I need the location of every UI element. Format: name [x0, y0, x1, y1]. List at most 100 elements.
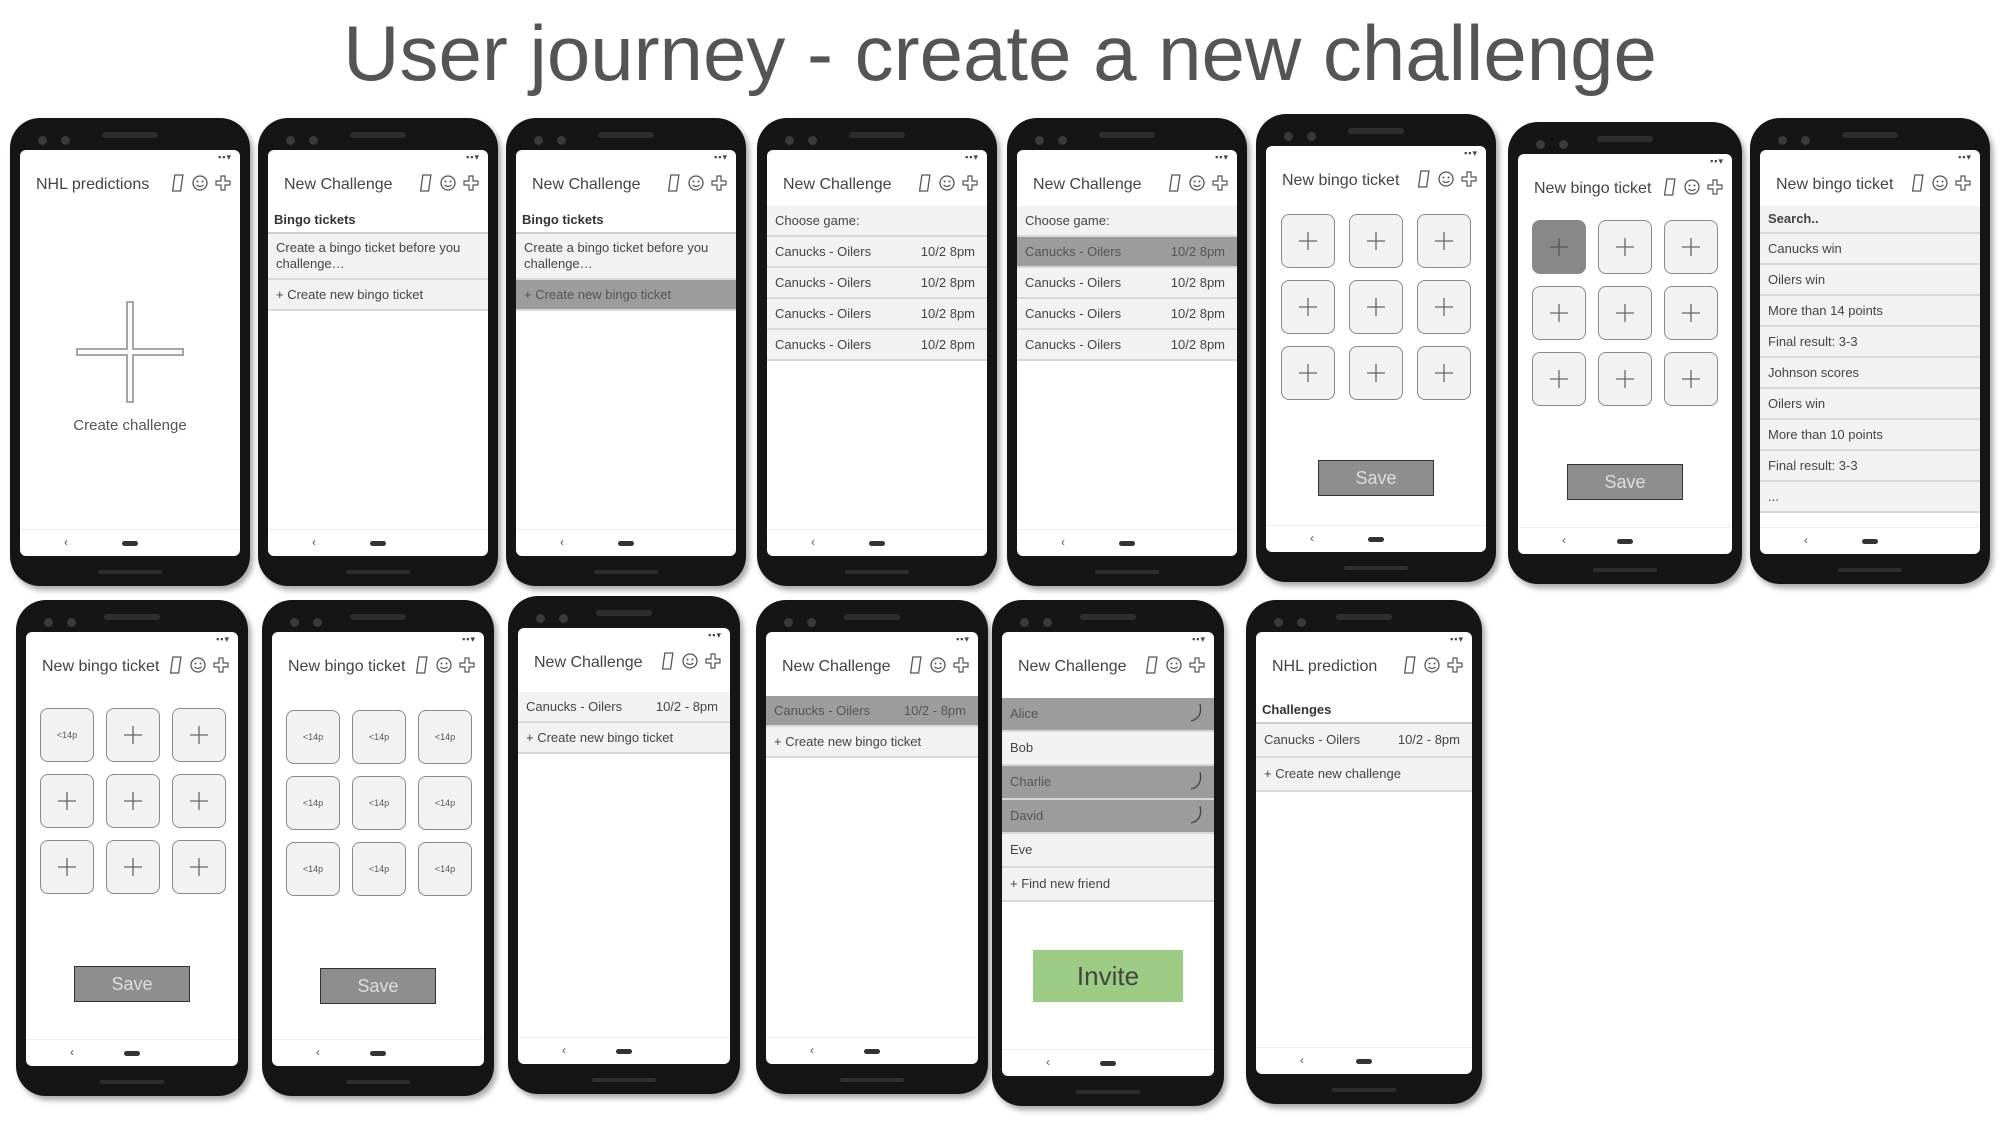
ticket-icon[interactable] [416, 656, 430, 674]
back-icon[interactable]: ‹ [316, 1045, 320, 1059]
home-button[interactable] [616, 1049, 632, 1054]
ticket-icon[interactable] [1418, 170, 1432, 188]
bingo-cell-filled[interactable]: <14p [418, 776, 472, 830]
bingo-cell[interactable] [106, 840, 160, 894]
save-button[interactable]: Save [74, 966, 190, 1002]
back-icon[interactable]: ‹ [562, 1043, 566, 1057]
back-icon[interactable]: ‹ [810, 1043, 814, 1057]
bingo-cell[interactable] [1281, 346, 1335, 400]
smiley-icon[interactable] [435, 656, 453, 674]
bingo-cell[interactable] [1598, 286, 1652, 340]
bingo-cell[interactable] [1417, 214, 1471, 268]
add-icon[interactable] [1211, 174, 1229, 192]
bingo-cell[interactable] [172, 708, 226, 762]
friend-row-selected[interactable]: David [1002, 800, 1214, 834]
save-button[interactable]: Save [1567, 464, 1683, 500]
ticket-icon[interactable] [1404, 656, 1418, 674]
add-icon[interactable] [952, 656, 970, 674]
bingo-cell-filled[interactable]: <14p [286, 842, 340, 896]
create-challenge-row[interactable]: + Create new challenge [1256, 758, 1472, 792]
bingo-cell-filled[interactable]: <14p [418, 710, 472, 764]
ticket-row[interactable]: Canucks - Oilers 10/2 - 8pm [518, 692, 730, 723]
bingo-cell[interactable] [1417, 346, 1471, 400]
ticket-icon[interactable] [1169, 174, 1183, 192]
back-icon[interactable]: ‹ [1804, 533, 1808, 547]
home-button[interactable] [1100, 1061, 1116, 1066]
bingo-cell[interactable] [1598, 352, 1652, 406]
friend-row-selected[interactable]: Charlie [1002, 766, 1214, 800]
add-icon[interactable] [1460, 170, 1478, 188]
add-icon[interactable] [1446, 656, 1464, 674]
ticket-icon[interactable] [668, 174, 682, 192]
bingo-cell-filled[interactable]: <14p [286, 710, 340, 764]
option-row[interactable]: Final result: 3-3 [1760, 451, 1980, 482]
bingo-cell-filled[interactable]: <14p [352, 710, 406, 764]
create-ticket-row[interactable]: + Create new bingo ticket [268, 280, 488, 311]
invite-button[interactable]: Invite [1033, 950, 1183, 1002]
home-button[interactable] [1617, 539, 1633, 544]
game-row[interactable]: Canucks - Oilers 10/2 8pm [767, 237, 987, 268]
smiley-icon[interactable] [1437, 170, 1455, 188]
add-icon[interactable] [214, 174, 232, 192]
bingo-cell[interactable] [172, 774, 226, 828]
create-ticket-row[interactable]: + Create new bingo ticket [766, 727, 978, 758]
option-row[interactable]: More than 10 points [1760, 420, 1980, 451]
home-button[interactable] [1368, 537, 1384, 542]
save-button[interactable]: Save [320, 968, 436, 1004]
home-button[interactable] [869, 541, 885, 546]
option-row[interactable]: More than 14 points [1760, 296, 1980, 327]
bingo-cell-filled[interactable]: <14p [418, 842, 472, 896]
ticket-icon[interactable] [1912, 174, 1926, 192]
bingo-cell[interactable] [172, 840, 226, 894]
home-button[interactable] [1862, 539, 1878, 544]
smiley-icon[interactable] [1423, 656, 1441, 674]
option-row[interactable]: Final result: 3-3 [1760, 327, 1980, 358]
back-icon[interactable]: ‹ [1046, 1055, 1050, 1069]
option-row[interactable]: Johnson scores [1760, 358, 1980, 389]
option-row[interactable]: Oilers win [1760, 389, 1980, 420]
option-row[interactable]: Oilers win [1760, 265, 1980, 296]
game-row-selected[interactable]: Canucks - Oilers 10/2 8pm [1017, 237, 1237, 268]
game-row[interactable]: Canucks - Oilers 10/2 8pm [1017, 330, 1237, 361]
back-icon[interactable]: ‹ [1061, 535, 1065, 549]
find-friend-row[interactable]: + Find new friend [1002, 868, 1214, 902]
bingo-cell[interactable] [1281, 280, 1335, 334]
ticket-icon[interactable] [420, 174, 434, 192]
create-ticket-row-selected[interactable]: + Create new bingo ticket [516, 280, 736, 311]
ticket-icon[interactable] [170, 656, 184, 674]
add-icon[interactable] [710, 174, 728, 192]
smiley-icon[interactable] [929, 656, 947, 674]
ticket-icon[interactable] [172, 174, 186, 192]
ticket-icon[interactable] [910, 656, 924, 674]
ticket-icon[interactable] [1146, 656, 1160, 674]
smiley-icon[interactable] [1188, 174, 1206, 192]
smiley-icon[interactable] [1931, 174, 1949, 192]
game-row[interactable]: Canucks - Oilers 10/2 8pm [767, 299, 987, 330]
smiley-icon[interactable] [687, 174, 705, 192]
bingo-cell[interactable] [1532, 352, 1586, 406]
smiley-icon[interactable] [191, 174, 209, 192]
home-button[interactable] [370, 541, 386, 546]
bingo-cell[interactable] [1664, 220, 1718, 274]
add-icon[interactable] [704, 652, 722, 670]
bingo-cell[interactable] [1349, 346, 1403, 400]
bingo-cell[interactable] [1417, 280, 1471, 334]
bingo-cell[interactable] [40, 840, 94, 894]
add-icon[interactable] [1188, 656, 1206, 674]
game-row[interactable]: Canucks - Oilers 10/2 8pm [1017, 299, 1237, 330]
bingo-cell[interactable] [1349, 280, 1403, 334]
friend-row-selected[interactable]: Alice [1002, 698, 1214, 732]
bingo-cell-filled[interactable]: <14p [286, 776, 340, 830]
bingo-cell-filled[interactable]: <14p [352, 776, 406, 830]
back-icon[interactable]: ‹ [811, 535, 815, 549]
bingo-cell[interactable] [1349, 214, 1403, 268]
challenge-row[interactable]: Canucks - Oilers 10/2 - 8pm [1256, 724, 1472, 758]
smiley-icon[interactable] [681, 652, 699, 670]
add-icon[interactable] [462, 174, 480, 192]
search-input[interactable]: Search.. [1760, 206, 1980, 234]
add-icon[interactable] [458, 656, 476, 674]
home-button[interactable] [122, 541, 138, 546]
friend-row[interactable]: Bob [1002, 732, 1214, 766]
back-icon[interactable]: ‹ [1562, 533, 1566, 547]
ticket-icon[interactable] [662, 652, 676, 670]
